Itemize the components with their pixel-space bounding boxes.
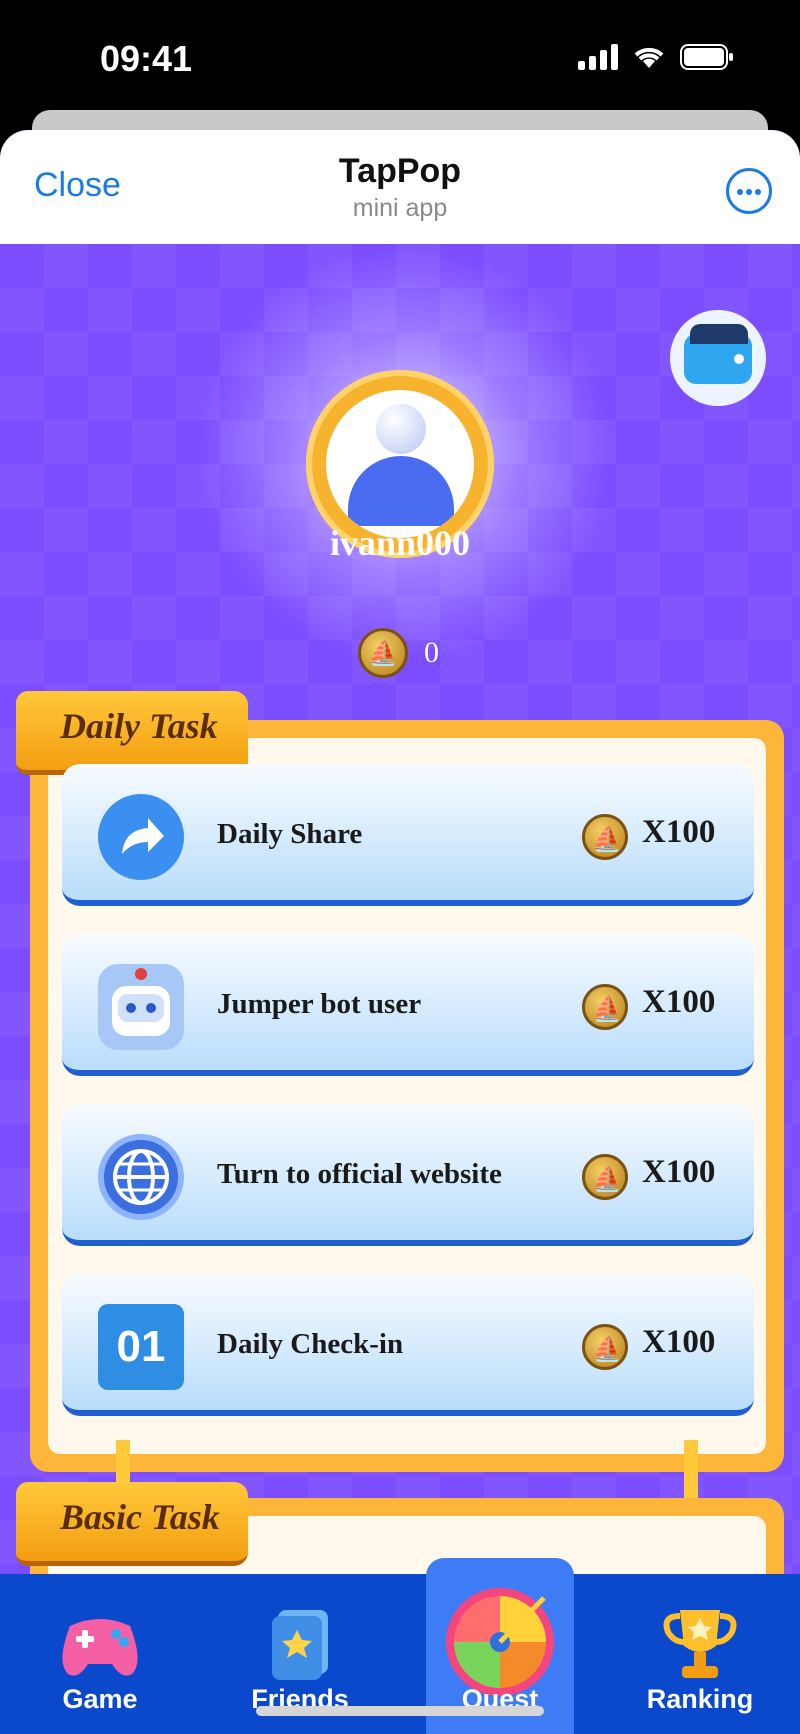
task-label: Turn to official website <box>217 1158 502 1190</box>
status-bar: 09:41 <box>0 0 800 118</box>
task-label: Daily Share <box>217 818 363 850</box>
task-item-official-website[interactable]: Turn to official website X100 <box>62 1104 754 1246</box>
daily-task-ribbon: Daily Task <box>16 691 248 775</box>
task-item-daily-share[interactable]: Daily Share X100 <box>62 764 754 906</box>
task-reward: X100 <box>642 1324 716 1360</box>
share-icon <box>98 794 184 880</box>
nav-item-ranking[interactable]: Ranking <box>600 1574 800 1734</box>
avatar-frame <box>326 390 474 538</box>
coin-icon <box>582 984 629 1030</box>
balance-value: 0 <box>424 636 439 669</box>
status-icons <box>578 44 734 70</box>
daily-task-title: Daily Task <box>60 706 218 746</box>
coin-icon <box>582 1324 629 1370</box>
calendar-icon: 01 <box>98 1304 184 1390</box>
task-label: Daily Check-in <box>217 1328 404 1360</box>
coin-icon <box>582 814 629 860</box>
coin-icon <box>358 628 408 678</box>
wallet-icon <box>684 324 752 384</box>
task-reward: X100 <box>642 984 716 1020</box>
user-placeholder-icon-body <box>348 456 454 526</box>
status-time: 09:41 <box>100 38 193 79</box>
task-item-daily-check-in[interactable]: 01 Daily Check-in X100 <box>62 1274 754 1416</box>
robot-icon <box>98 964 184 1050</box>
signal-icon <box>578 44 618 70</box>
more-dot <box>755 189 761 195</box>
trophy-icon <box>654 1602 746 1688</box>
username: ivann000 <box>329 523 471 563</box>
user-placeholder-icon-head <box>376 404 426 454</box>
quest-page: ivann000 0 Daily Task Daily Share X100 J… <box>0 244 800 1734</box>
mini-app-header: Close TapPop mini app <box>0 130 800 244</box>
more-dot <box>746 189 752 195</box>
task-reward: X100 <box>642 814 716 850</box>
nav-item-game[interactable]: Game <box>0 1574 200 1734</box>
nav-item-quest[interactable]: Quest <box>400 1558 600 1718</box>
gamepad-icon <box>54 1602 146 1688</box>
app-subtitle: mini app <box>352 194 448 222</box>
coin-balance: 0 <box>358 628 439 678</box>
nav-label: Game <box>62 1684 138 1714</box>
more-dot <box>737 189 743 195</box>
wifi-icon <box>634 47 664 68</box>
basic-task-title: Basic Task <box>60 1497 220 1537</box>
globe-icon <box>98 1134 184 1220</box>
task-item-jumper-bot[interactable]: Jumper bot user X100 <box>62 934 754 1076</box>
more-options-button[interactable] <box>726 168 772 214</box>
nav-label: Ranking <box>646 1684 754 1714</box>
battery-icon <box>680 44 733 70</box>
task-label: Jumper bot user <box>217 988 422 1020</box>
book-icon <box>254 1602 346 1688</box>
basic-task-ribbon: Basic Task <box>16 1482 248 1566</box>
wallet-button[interactable] <box>670 310 766 406</box>
coin-icon <box>582 1154 629 1200</box>
mini-app-sheet: Close TapPop mini app ivann000 0 <box>0 130 800 1734</box>
task-reward: X100 <box>642 1154 716 1190</box>
app-title: TapPop <box>338 152 462 190</box>
home-indicator[interactable] <box>256 1706 544 1716</box>
